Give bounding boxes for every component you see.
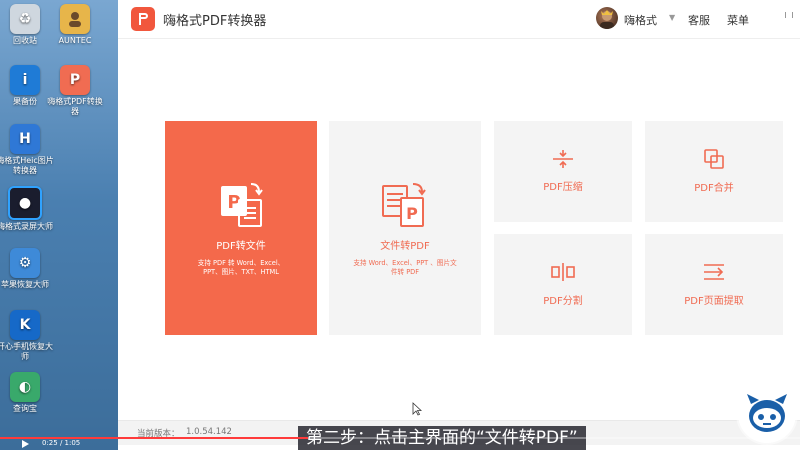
app-title: 嗨格式PDF转换器 bbox=[163, 14, 267, 29]
desktop-icon-phone-recovery[interactable]: K 开心手机恢复大师 bbox=[0, 310, 54, 362]
compress-icon bbox=[553, 150, 573, 168]
user-dropdown-icon[interactable]: ▼ bbox=[669, 13, 675, 22]
version-value: 1.0.54.142 bbox=[186, 427, 232, 437]
play-icon[interactable] bbox=[22, 440, 29, 448]
file-to-pdf-card[interactable]: P 文件转PDF 支持 Word、Excel、PPT 、图片文 件转 PDF bbox=[329, 121, 481, 335]
merge-icon bbox=[704, 149, 724, 169]
support-button[interactable]: 客服 bbox=[688, 12, 710, 28]
desktop-icon-user-folder[interactable]: AUNTEC bbox=[46, 4, 104, 46]
desktop-icon-pdf-converter[interactable]: P 嗨格式PDF转换器 bbox=[46, 65, 104, 117]
menu-button[interactable]: 菜单 bbox=[727, 12, 749, 28]
desktop-icon-query[interactable]: ◐ 查询宝 bbox=[0, 372, 54, 414]
main-panel: P PDF转文件 支持 PDF 转 Word、Excel、 PPT、图片、TXT… bbox=[118, 39, 800, 379]
desktop-icon-screen-recorder[interactable]: ● 嗨格式录屏大师 bbox=[0, 186, 54, 232]
desktop-icon-label: 苹果恢复大师 bbox=[1, 280, 49, 289]
pdf-to-file-card[interactable]: P PDF转文件 支持 PDF 转 Word、Excel、 PPT、图片、TXT… bbox=[165, 121, 317, 335]
pdf-converter-window: 嗨格式PDF转换器 嗨格式 ▼ 客服 菜单 P PDF转文件 支持 PDF 转 … bbox=[118, 0, 800, 450]
pdf-split-title: PDF分割 bbox=[543, 296, 583, 307]
desktop-icon-label: AUNTEC bbox=[58, 36, 92, 45]
phone-recovery-app-icon: K bbox=[10, 310, 40, 340]
desktop-icon-label: 嗨格式Heic图片转换器 bbox=[0, 156, 54, 175]
pdf-compress-title: PDF压缩 bbox=[543, 182, 583, 193]
apple-recovery-app-icon: ⚙ bbox=[10, 248, 40, 278]
robot-mascot-icon bbox=[747, 394, 787, 432]
pdf-merge-card[interactable]: PDF合并 bbox=[645, 121, 783, 222]
desktop-icon-label: 开心手机恢复大师 bbox=[0, 342, 53, 361]
file-to-pdf-desc: 支持 Word、Excel、PPT 、图片文 件转 PDF bbox=[353, 258, 457, 276]
desktop-icon-heic-converter[interactable]: H 嗨格式Heic图片转换器 bbox=[0, 124, 54, 176]
pdf-to-file-title: PDF转文件 bbox=[216, 240, 266, 252]
pdf-converter-app-icon: P bbox=[60, 65, 90, 95]
heic-converter-app-icon: H bbox=[10, 124, 40, 154]
recycle-bin-icon: ♻ bbox=[10, 4, 40, 34]
extract-icon bbox=[704, 264, 724, 280]
desktop-icon-apple-recovery[interactable]: ⚙ 苹果恢复大师 bbox=[0, 248, 54, 290]
video-controls: 0:25 / 1:05 bbox=[0, 437, 800, 450]
pdf-compress-card[interactable]: PDF压缩 bbox=[494, 121, 632, 222]
video-progress-track[interactable] bbox=[0, 437, 800, 439]
app-logo-icon bbox=[131, 7, 155, 31]
desktop-icon-label: 嗨格式录屏大师 bbox=[0, 222, 53, 231]
desktop-icon-label: 嗨格式PDF转换器 bbox=[47, 97, 103, 116]
mouse-cursor-icon bbox=[412, 402, 422, 416]
pdf-merge-title: PDF合并 bbox=[694, 183, 734, 194]
title-bar: 嗨格式PDF转换器 嗨格式 ▼ 客服 菜单 bbox=[118, 0, 800, 39]
file-to-pdf-title: 文件转PDF bbox=[380, 240, 430, 252]
user-folder-icon bbox=[60, 4, 90, 34]
video-time: 0:25 / 1:05 bbox=[42, 439, 81, 447]
desktop-icon-label: 查询宝 bbox=[13, 404, 37, 413]
pdf-to-file-icon: P bbox=[221, 182, 263, 227]
backup-app-icon: i bbox=[10, 65, 40, 95]
split-icon bbox=[551, 263, 575, 281]
pdf-to-file-desc: 支持 PDF 转 Word、Excel、 PPT、图片、TXT、HTML bbox=[197, 258, 285, 276]
screen-recorder-app-icon: ● bbox=[8, 186, 42, 220]
pdf-extract-card[interactable]: PDF页面提取 bbox=[645, 234, 783, 335]
user-avatar[interactable] bbox=[596, 7, 618, 29]
channel-logo bbox=[738, 385, 796, 443]
desktop-icon-area: ♻ 回收站 AUNTEC i 果备份 P 嗨格式PDF转换器 H 嗨格式Heic… bbox=[0, 0, 118, 420]
window-edge-decoration bbox=[785, 12, 793, 18]
query-app-icon: ◐ bbox=[10, 372, 40, 402]
file-to-pdf-icon: P bbox=[382, 182, 426, 227]
user-name[interactable]: 嗨格式 bbox=[624, 12, 657, 28]
pdf-extract-title: PDF页面提取 bbox=[684, 296, 744, 307]
svg-text:P: P bbox=[406, 204, 418, 223]
pdf-split-card[interactable]: PDF分割 bbox=[494, 234, 632, 335]
